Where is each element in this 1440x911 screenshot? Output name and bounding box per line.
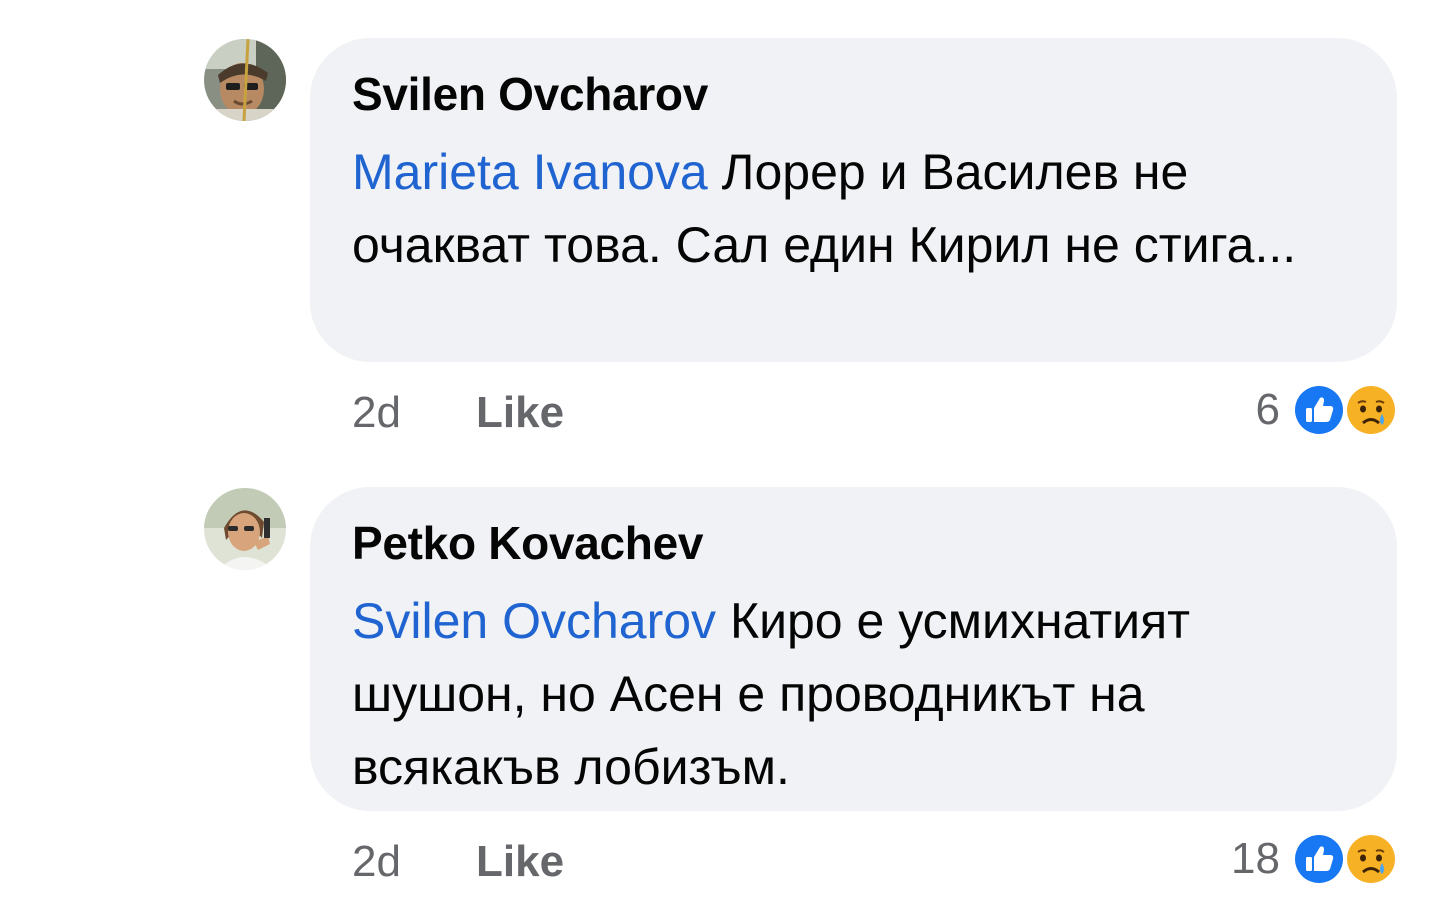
comment-author[interactable]: Svilen Ovcharov [352,68,1357,120]
like-icon [1292,832,1346,886]
reaction-count: 6 [1255,385,1280,434]
avatar[interactable] [204,39,286,121]
reaction-count: 18 [1231,834,1280,883]
reaction-summary[interactable]: 6 [1256,380,1400,440]
comment-text: Svilen Ovcharov Киро е усмихнатият шушон… [352,585,1352,804]
comment-thread: Svilen Ovcharov Marieta Ivanova Лорер и … [0,0,1440,911]
comment-actions: 2d Like [352,837,564,887]
avatar[interactable] [204,488,286,570]
comment-bubble: Petko Kovachev Svilen Ovcharov Киро е ус… [310,487,1397,811]
like-button[interactable]: Like [476,388,564,437]
mention-link[interactable]: Svilen Ovcharov [352,593,716,649]
like-button[interactable]: Like [476,837,564,886]
sad-icon [1344,383,1398,437]
comment-text: Marieta Ivanova Лорер и Василев не очакв… [352,136,1352,282]
sad-icon [1344,832,1398,886]
comment-bubble: Svilen Ovcharov Marieta Ivanova Лорер и … [310,38,1397,362]
comment-timestamp[interactable]: 2d [352,837,476,887]
mention-link[interactable]: Marieta Ivanova [352,144,708,200]
reaction-summary[interactable]: 18 [1231,829,1400,889]
comment-author[interactable]: Petko Kovachev [352,517,1357,569]
comment-timestamp[interactable]: 2d [352,388,476,438]
like-icon [1292,383,1346,437]
comment-actions: 2d Like [352,388,564,438]
